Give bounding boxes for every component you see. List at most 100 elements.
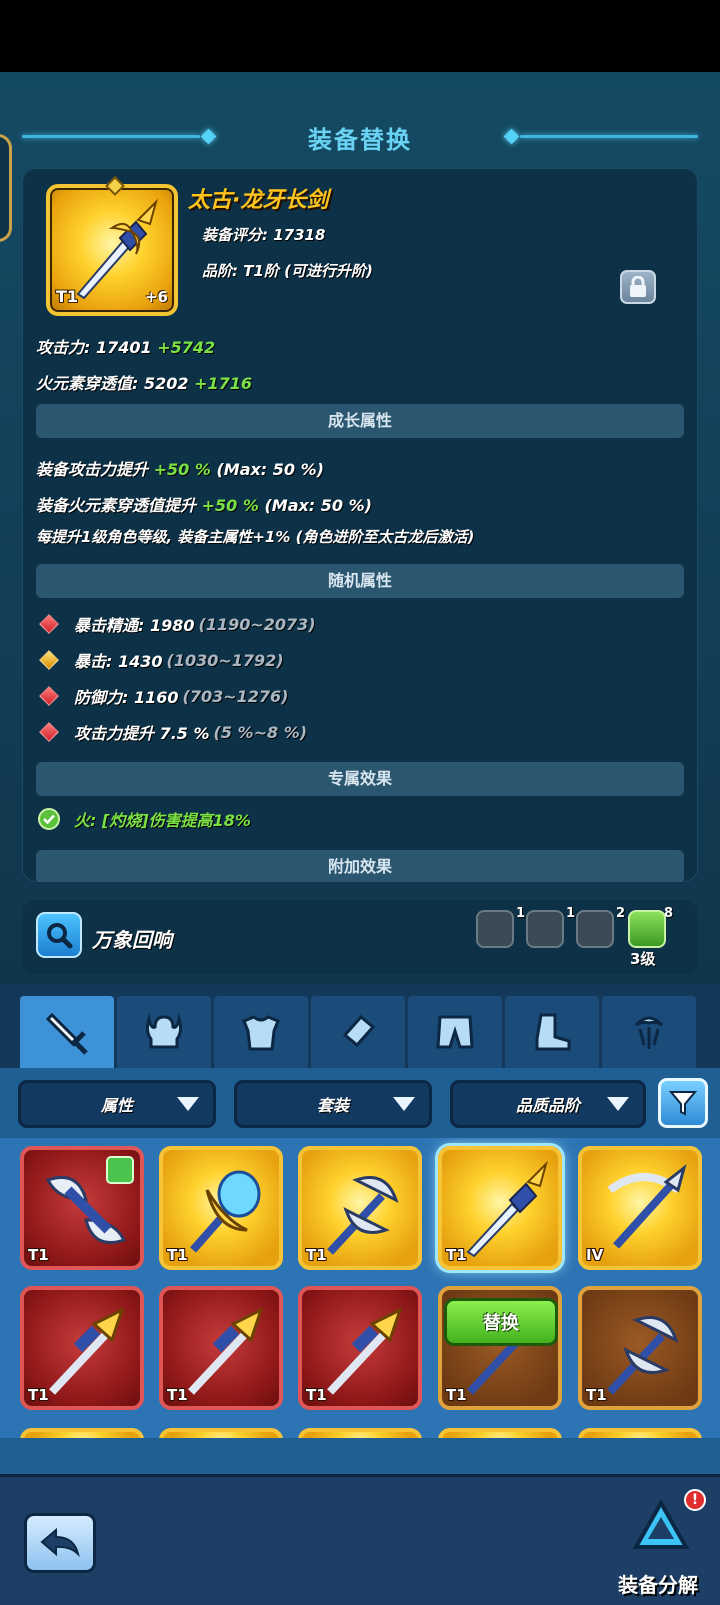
inventory-slot[interactable]: T1 [298, 1146, 422, 1270]
tab-boots[interactable] [505, 996, 599, 1068]
flame-plant-icon[interactable] [628, 910, 666, 948]
inventory-slot-selected[interactable]: T1 [438, 1146, 562, 1270]
growth-label: 装备火元素穿透值提升 [36, 496, 197, 515]
random-attr-row: 防御力: 1160 (703~1276) [38, 683, 288, 709]
random-attr-row: 暴击精通: 1980 (1190~2073) [38, 611, 316, 637]
growth-bonus: +50 % [201, 496, 259, 515]
current-item-icon[interactable]: T1 +6 [46, 176, 178, 316]
bottom-bar: ! 装备分解 [0, 1474, 720, 1605]
status-bar [0, 0, 720, 72]
item-info-card: T1 +6 太古·龙牙长剑 装备评分: 17318 品阶: T1阶 (可进行升阶… [22, 168, 698, 882]
decompose-label: 装备分解 [618, 1573, 698, 1597]
tab-weapon[interactable] [20, 996, 114, 1068]
set-filter-dropdown[interactable]: 套装 [234, 1080, 432, 1128]
double-axe-icon [607, 1316, 679, 1395]
recycle-icon[interactable] [630, 1499, 692, 1561]
alert-badge: ! [684, 1489, 706, 1511]
attr-label: 防御力: 1160 [74, 688, 179, 707]
random-attr-row: 攻击力提升 7.5 % (5 %~8 %) [38, 719, 307, 745]
crossbow-icon [607, 1164, 687, 1249]
section-exclusive-title: 专属效果 [36, 762, 684, 796]
back-button[interactable] [24, 1513, 96, 1573]
lightning-icon[interactable] [526, 910, 564, 948]
snowflake-icon[interactable] [576, 910, 614, 948]
main-stat-label: 火元素穿透值: 5202 [36, 374, 189, 393]
inventory-slot[interactable]: IV [578, 1146, 702, 1270]
inventory-slot[interactable]: T1 [159, 1146, 283, 1270]
inventory-slot[interactable]: T1 [20, 1286, 144, 1410]
quality-gem-icon [105, 176, 125, 196]
replace-button[interactable]: 替换 [444, 1298, 558, 1346]
section-extra-title: 附加效果 [36, 850, 684, 882]
attr-range: (1030~1792) [166, 650, 284, 670]
inventory-slot[interactable]: T1 [578, 1286, 702, 1410]
dropdown-label: 套装 [316, 1096, 349, 1115]
inventory-slot-partial[interactable] [578, 1428, 702, 1438]
attr-label: 暴击: 1430 [74, 652, 163, 671]
attribute-filter-dropdown[interactable]: 属性 [18, 1080, 216, 1128]
magnifier-icon[interactable] [36, 912, 82, 958]
main-stat-bonus: +1716 [194, 374, 253, 393]
inventory-section: 属性 套装 品质品阶 T1 T1 T1 T1 IV T1 T1 T1 T1 T1… [0, 984, 720, 1605]
pants-icon [436, 1015, 474, 1049]
attr-range: (1190~2073) [198, 614, 316, 634]
gold-gem-icon [39, 650, 59, 670]
boots-icon [535, 1013, 571, 1051]
main-stat-fire-penetration: 火元素穿透值: 5202 +1716 [36, 370, 252, 394]
attr-range: (703~1276) [182, 686, 289, 706]
item-score: 装备评分: 17318 [202, 226, 326, 244]
inventory-slot[interactable]: T1 [20, 1146, 144, 1270]
slot-tier: T1 [306, 1386, 327, 1404]
crystal-axe-icon [189, 1170, 261, 1253]
tab-helmet[interactable] [117, 996, 211, 1068]
enhance-level: +6 [144, 288, 168, 306]
equipment-detail-panel: 装备替换 T1 +6 太古·龙牙长剑 装备评分: 17318 品阶: T1阶 (… [0, 72, 720, 984]
lock-button[interactable] [620, 270, 656, 304]
tab-accessory[interactable] [602, 996, 696, 1068]
tab-bracer[interactable] [311, 996, 405, 1068]
slot-tier: T1 [167, 1386, 188, 1404]
section-random-title: 随机属性 [36, 564, 684, 598]
slot-tier: T1 [306, 1246, 327, 1264]
quality-filter-dropdown[interactable]: 品质品阶 [450, 1080, 646, 1128]
inventory-slot-partial[interactable] [20, 1428, 144, 1438]
equipped-badge-icon [106, 1156, 134, 1184]
resonance-level: 3级 [630, 950, 656, 968]
dropdown-label: 品质品阶 [515, 1096, 580, 1115]
slot-tier: T1 [446, 1386, 467, 1404]
armor-icon [242, 1015, 280, 1051]
inventory-slot[interactable]: T1 [298, 1286, 422, 1410]
inventory-slot-partial[interactable] [159, 1428, 283, 1438]
tab-pants[interactable] [408, 996, 502, 1068]
inventory-grid: T1 T1 T1 T1 IV T1 T1 T1 T1 T1 [0, 1138, 720, 1438]
slot-tier: IV [586, 1246, 604, 1264]
section-growth-title: 成长属性 [36, 404, 684, 438]
slot-tier: T1 [586, 1386, 607, 1404]
filter-clear-button[interactable] [658, 1078, 708, 1128]
inventory-slot-partial[interactable] [298, 1428, 422, 1438]
chevron-down-icon [393, 1097, 415, 1111]
sword-icon [76, 198, 158, 300]
header-line-right [520, 135, 698, 138]
trident-icon [188, 1307, 264, 1395]
helmet-icon [145, 1013, 183, 1049]
growth-label: 装备攻击力提升 [36, 460, 149, 479]
tier-badge: T1 [56, 287, 79, 306]
sword-icon [466, 1160, 548, 1258]
main-stat-bonus: +5742 [157, 338, 216, 357]
skull-icon[interactable] [476, 910, 514, 948]
weapon-icon [45, 1012, 88, 1055]
trident-icon [49, 1307, 125, 1395]
resonance-bar[interactable]: 万象回响 1 1 2 8 3级 [22, 900, 698, 974]
accessory-icon [634, 1016, 664, 1049]
tab-armor[interactable] [214, 996, 308, 1068]
random-attr-row: 暴击: 1430 (1030~1792) [38, 647, 284, 673]
resonance-count: 1 [566, 906, 576, 921]
resonance-count: 2 [616, 906, 626, 921]
inventory-slot[interactable]: T1 [159, 1286, 283, 1410]
filter-icon [668, 1091, 698, 1116]
resonance-label: 万象回响 [92, 928, 172, 952]
inventory-slot-partial[interactable] [438, 1428, 562, 1438]
exclusive-effect: 火: [灼烧]伤害提高18% [38, 806, 251, 832]
slot-tier: T1 [167, 1246, 188, 1264]
